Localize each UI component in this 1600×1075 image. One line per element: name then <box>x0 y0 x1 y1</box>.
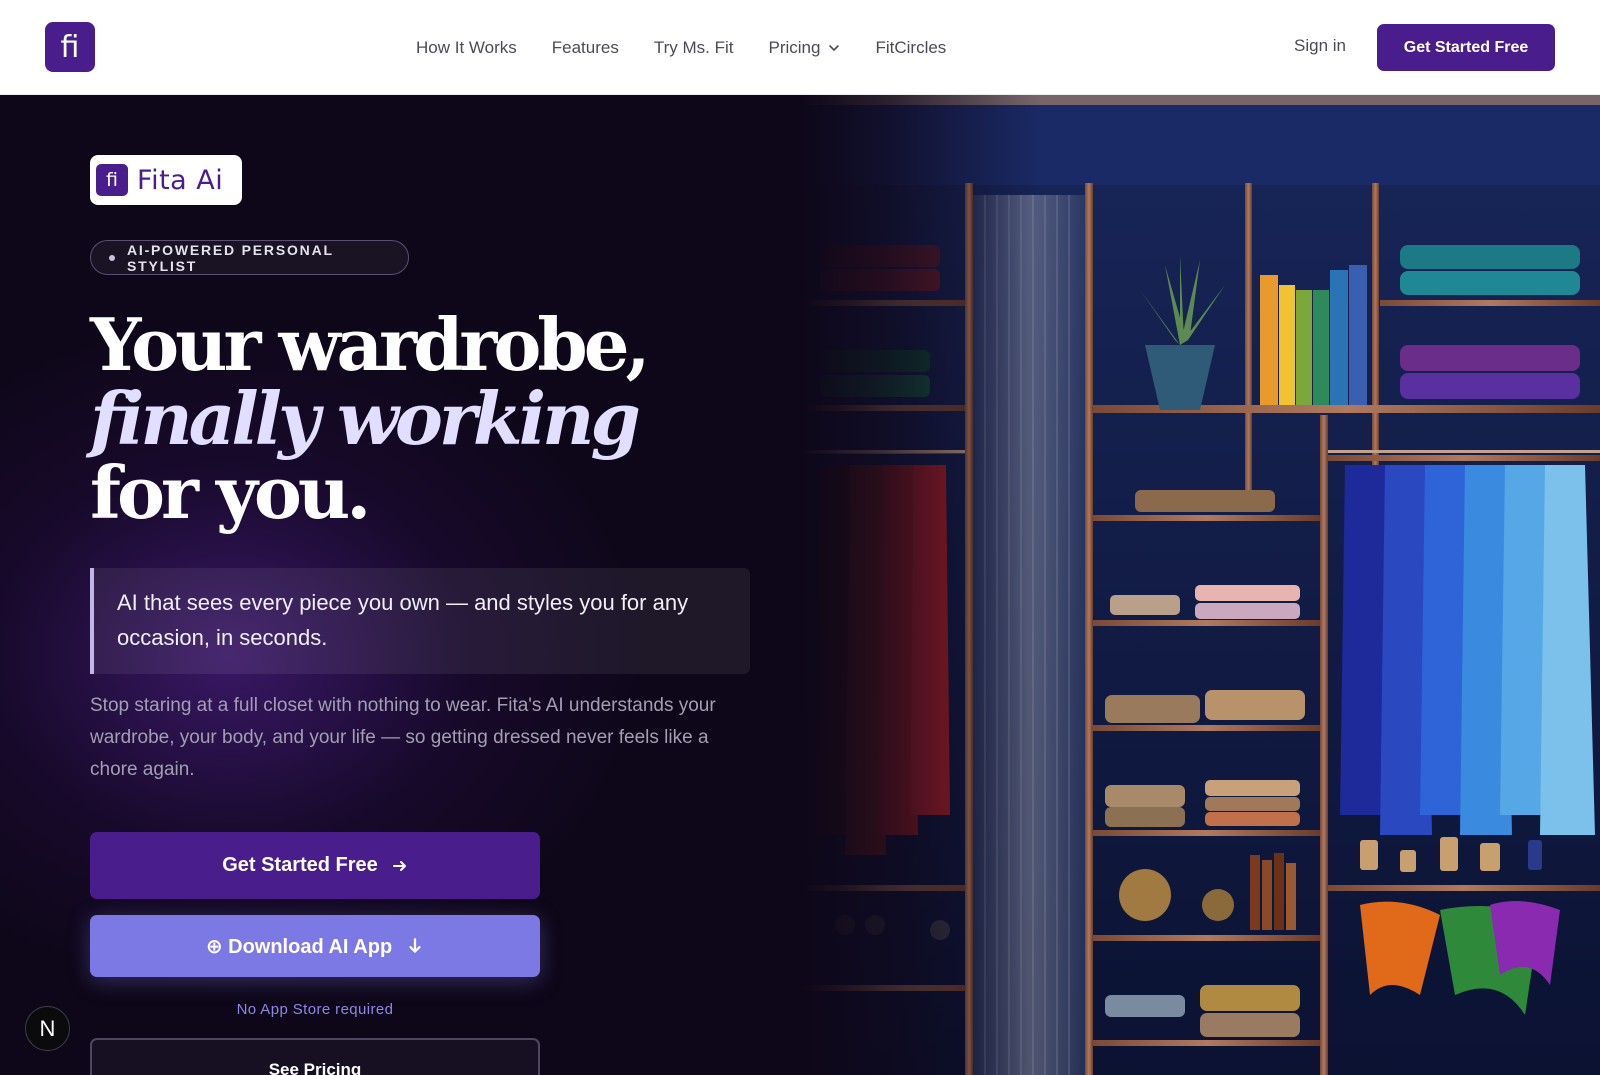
nav-label: How It Works <box>416 37 517 57</box>
no-app-store-note: No App Store required <box>236 1001 394 1018</box>
tagline-badge: AI-POWERED PERSONAL STYLIST <box>90 240 409 275</box>
hero-description: Stop staring at a full closet with nothi… <box>90 695 716 780</box>
top-navigation: ﬁ How It Works Features Try Ms. Fit Pric… <box>0 0 1600 95</box>
arrow-right-icon <box>392 860 406 871</box>
nav-label: FitCircles <box>875 37 947 57</box>
nav-features[interactable]: Features <box>552 38 619 58</box>
closet-illustration <box>800 95 1600 1075</box>
badge-text: AI-POWERED PERSONAL STYLIST <box>126 241 334 274</box>
logo[interactable]: ﬁ <box>45 22 95 72</box>
get-started-button[interactable]: Get Started Free <box>90 832 540 899</box>
headline-line-2: finally working <box>90 376 641 461</box>
arrow-down-icon <box>409 938 421 953</box>
nav-label: Pricing <box>768 37 821 57</box>
download-app-label: ⊕ Download AI App <box>205 935 393 958</box>
nav-try-ms-fit[interactable]: Try Ms. Fit <box>654 38 734 58</box>
see-pricing-button[interactable]: See Pricing <box>90 1038 540 1075</box>
hero-quote: AI that sees every piece you own — and s… <box>90 568 750 674</box>
nav-pricing[interactable]: Pricing <box>769 38 841 58</box>
nav-label: Try Ms. Fit <box>653 37 734 57</box>
get-started-button-header[interactable]: Get Started Free <box>1377 24 1555 71</box>
badge-dot <box>109 254 115 261</box>
brand-logo-mark: ﬁ <box>96 164 128 196</box>
brand-logo-chip: ﬁ Fita Ai <box>90 155 242 205</box>
dev-tools-badge[interactable]: N <box>25 1006 70 1051</box>
download-app-button[interactable]: ⊕ Download AI App <box>90 915 540 977</box>
sign-in-link[interactable]: Sign in <box>1294 36 1346 56</box>
nav-label: Features <box>551 37 619 57</box>
headline-line-3: for you. <box>90 450 371 535</box>
nav-fitcircles[interactable]: FitCircles <box>875 38 946 58</box>
hero-headline: Your wardrobe, finally working for you. <box>90 302 651 535</box>
hero-section: ﬁ Fita Ai AI-POWERED PERSONAL STYLIST Yo… <box>0 95 1600 1075</box>
main-nav: How It Works Features Try Ms. Fit Pricin… <box>416 0 946 95</box>
see-pricing-label: See Pricing <box>268 1060 362 1075</box>
headline-line-1: Your wardrobe, <box>90 302 651 387</box>
chevron-down-icon <box>829 44 840 51</box>
get-started-label: Get Started Free <box>222 854 378 876</box>
nav-how-it-works[interactable]: How It Works <box>416 38 517 58</box>
brand-name: Fita Ai <box>137 164 224 196</box>
